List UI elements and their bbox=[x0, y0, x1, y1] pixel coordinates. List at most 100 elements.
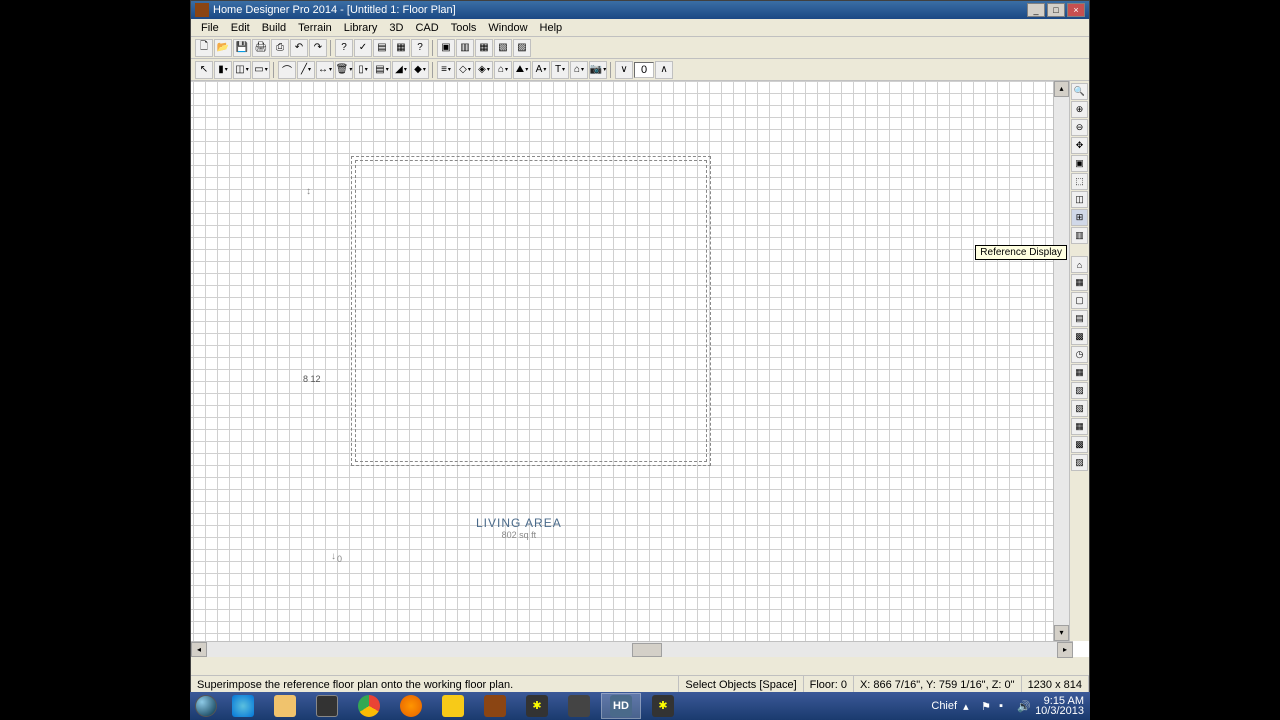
menu-edit[interactable]: Edit bbox=[225, 20, 256, 36]
hscroll-thumb[interactable] bbox=[632, 643, 662, 657]
hatch1-button[interactable]: ▨ bbox=[1071, 382, 1088, 399]
tray-up-icon[interactable]: ▴ bbox=[963, 700, 975, 712]
paint-tool[interactable]: ◆ bbox=[411, 61, 429, 79]
open-button[interactable]: 📂 bbox=[214, 39, 232, 57]
cabinet-tool[interactable]: ◫ bbox=[233, 61, 251, 79]
print-button[interactable]: 🖨 bbox=[252, 39, 270, 57]
plane-tool[interactable]: ◇ bbox=[456, 61, 474, 79]
redo-button[interactable]: ↷ bbox=[309, 39, 327, 57]
menu-tools[interactable]: Tools bbox=[445, 20, 483, 36]
view5-button[interactable]: ▨ bbox=[513, 39, 531, 57]
taskbar-homedesigner[interactable]: HD bbox=[601, 693, 641, 719]
menu-window[interactable]: Window bbox=[482, 20, 533, 36]
zoom-out-button[interactable]: ⊖ bbox=[1071, 119, 1088, 136]
door-tool[interactable]: ▯ bbox=[354, 61, 372, 79]
camera-tool[interactable]: 📷 bbox=[589, 61, 607, 79]
minimize-button[interactable]: _ bbox=[1027, 3, 1045, 17]
roof2-tool[interactable]: ⌂ bbox=[570, 61, 588, 79]
select-region-button[interactable]: ⬚ bbox=[1071, 173, 1088, 190]
line-tool[interactable]: ╱ bbox=[297, 61, 315, 79]
taskbar-chrome[interactable] bbox=[349, 693, 389, 719]
new-button[interactable]: 🗋 bbox=[195, 39, 213, 57]
up-floor-button[interactable]: ∧ bbox=[655, 61, 673, 79]
tray-clock[interactable]: 9:15 AM 10/3/2013 bbox=[1035, 696, 1084, 716]
reference-display-button[interactable]: ⊞ bbox=[1071, 209, 1088, 226]
layer-button[interactable]: ▥ bbox=[1071, 227, 1088, 244]
tray-volume-icon[interactable]: 🔊 bbox=[1017, 700, 1029, 712]
list-button[interactable]: ▤ bbox=[373, 39, 391, 57]
canvas[interactable]: 8 12 ↕ ↓ 0 LIVING AREA 802 sq ft bbox=[191, 81, 1053, 641]
layer-tool[interactable]: ≡ bbox=[437, 61, 455, 79]
taskbar-ie[interactable] bbox=[223, 693, 263, 719]
grid-button[interactable]: ▦ bbox=[1071, 364, 1088, 381]
undo-button[interactable]: ↶ bbox=[290, 39, 308, 57]
close-button[interactable]: × bbox=[1067, 3, 1085, 17]
story-button[interactable]: ▦ bbox=[1071, 274, 1088, 291]
page-button[interactable]: ▢ bbox=[1071, 292, 1088, 309]
hatch3-button[interactable]: ▩ bbox=[1071, 436, 1088, 453]
hatch4-button[interactable]: ▨ bbox=[1071, 454, 1088, 471]
scroll-down-button[interactable]: ▾ bbox=[1054, 625, 1069, 641]
pattern1-button[interactable]: ▩ bbox=[1071, 328, 1088, 345]
scroll-up-button[interactable]: ▴ bbox=[1054, 81, 1069, 97]
menu-build[interactable]: Build bbox=[256, 20, 292, 36]
house-tool[interactable]: ⌂ bbox=[494, 61, 512, 79]
print-preview-button[interactable]: ⎙ bbox=[271, 39, 289, 57]
menu-file[interactable]: File bbox=[195, 20, 225, 36]
taskbar-explorer[interactable] bbox=[265, 693, 305, 719]
taskbar-app2[interactable] bbox=[475, 693, 515, 719]
taskbar-app5[interactable]: ✱ bbox=[643, 693, 683, 719]
crop-button[interactable]: ◫ bbox=[1071, 191, 1088, 208]
view4-button[interactable]: ▧ bbox=[494, 39, 512, 57]
sheet-button[interactable]: ▤ bbox=[1071, 310, 1088, 327]
menu-help[interactable]: Help bbox=[534, 20, 569, 36]
view1-button[interactable]: ▣ bbox=[437, 39, 455, 57]
select-tool[interactable]: ↖ bbox=[195, 61, 213, 79]
menu-library[interactable]: Library bbox=[338, 20, 384, 36]
grid2-button[interactable]: ▦ bbox=[1071, 418, 1088, 435]
taskbar-firefox[interactable] bbox=[391, 693, 431, 719]
room-outline[interactable]: 8 12 ↕ ↓ 0 bbox=[341, 146, 721, 476]
window-tool[interactable]: ▭ bbox=[252, 61, 270, 79]
room-label[interactable]: LIVING AREA 802 sq ft bbox=[476, 516, 562, 540]
help-mode-button[interactable]: ? bbox=[335, 39, 353, 57]
start-button[interactable] bbox=[190, 692, 222, 720]
tray-flag-icon[interactable]: ⚑ bbox=[981, 700, 993, 712]
terrain-tool[interactable]: ⛰ bbox=[513, 61, 531, 79]
menu-cad[interactable]: CAD bbox=[409, 20, 444, 36]
zoom-tool[interactable]: 🔍 bbox=[1071, 83, 1088, 100]
roof-tool[interactable]: ◢ bbox=[392, 61, 410, 79]
plan-check-button[interactable]: ✓ bbox=[354, 39, 372, 57]
tray-network-icon[interactable]: ▪ bbox=[999, 700, 1011, 712]
save-button[interactable]: 💾 bbox=[233, 39, 251, 57]
scroll-left-button[interactable]: ◂ bbox=[191, 642, 207, 657]
text-tool[interactable]: A bbox=[532, 61, 550, 79]
zoom-in-button[interactable]: ⊕ bbox=[1071, 101, 1088, 118]
fill-window-button[interactable]: ▣ bbox=[1071, 155, 1088, 172]
stair-tool[interactable]: ▤ bbox=[373, 61, 391, 79]
floor-number[interactable]: 0 bbox=[634, 62, 654, 78]
menu-3d[interactable]: 3D bbox=[383, 20, 409, 36]
scroll-right-button[interactable]: ▸ bbox=[1057, 642, 1073, 658]
text2-tool[interactable]: T bbox=[551, 61, 569, 79]
view3-button[interactable]: ▦ bbox=[475, 39, 493, 57]
pan-tool[interactable]: ✥ bbox=[1071, 137, 1088, 154]
down-floor-button[interactable]: ∨ bbox=[615, 61, 633, 79]
view2-button[interactable]: ▥ bbox=[456, 39, 474, 57]
help-button[interactable]: ? bbox=[411, 39, 429, 57]
maximize-button[interactable]: □ bbox=[1047, 3, 1065, 17]
wall-tool[interactable]: ▮ bbox=[214, 61, 232, 79]
hatch2-button[interactable]: ▧ bbox=[1071, 400, 1088, 417]
material-tool[interactable]: ◈ bbox=[475, 61, 493, 79]
taskbar-media[interactable] bbox=[307, 693, 347, 719]
arc-tool[interactable]: ⌒ bbox=[278, 61, 296, 79]
taskbar-app3[interactable]: ✱ bbox=[517, 693, 557, 719]
trash-tool[interactable]: 🗑 bbox=[335, 61, 353, 79]
menu-terrain[interactable]: Terrain bbox=[292, 20, 338, 36]
calc-button[interactable]: ▦ bbox=[392, 39, 410, 57]
dim-tool[interactable]: ↔ bbox=[316, 61, 334, 79]
taskbar-app4[interactable] bbox=[559, 693, 599, 719]
taskbar-app1[interactable] bbox=[433, 693, 473, 719]
clock-button[interactable]: ◷ bbox=[1071, 346, 1088, 363]
home-button[interactable]: ⌂ bbox=[1071, 256, 1088, 273]
